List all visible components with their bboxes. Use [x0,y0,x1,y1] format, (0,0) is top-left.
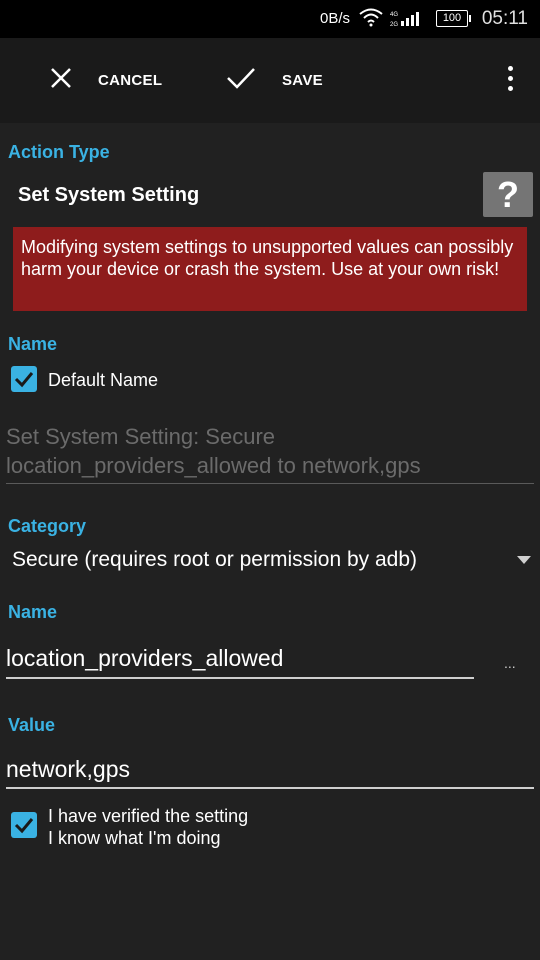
svg-text:2G: 2G [390,22,398,28]
name-section-label: Name [8,334,58,354]
verify-checkbox[interactable] [11,812,37,838]
category-label: Category [8,516,87,536]
action-toolbar: CANCEL SAVE [0,38,540,123]
status-bar: 0B/s 4G 2G 100 05:11 [0,0,540,38]
verify-label-line2: I know what I'm doing [48,828,221,848]
wifi-icon [358,7,384,32]
verify-label: I have verified the setting I know what … [48,805,248,849]
setting-name-input[interactable]: location_providers_allowed [6,645,283,672]
dropdown-arrow-icon[interactable] [517,556,531,564]
setting-name-label: Name [8,602,58,622]
name-preview-line2: location_providers_allowed to network,gp… [6,453,421,478]
verify-label-line1: I have verified the setting [48,806,249,826]
divider [6,483,534,484]
battery-icon: 100 [436,10,471,27]
clock: 05:11 [481,8,528,29]
name-preview-line1: Set System Setting: Secure [6,424,276,449]
signal-icon: 4G 2G [390,9,424,34]
save-button[interactable]: SAVE [226,38,323,123]
setting-picker-button[interactable]: ... [504,655,516,671]
input-underline [6,787,534,789]
svg-text:4G: 4G [390,12,398,18]
warning-banner: Modifying system settings to unsupported… [13,227,527,311]
overflow-menu-icon[interactable] [500,66,520,96]
cancel-label: CANCEL [98,72,163,89]
action-type-value: Set System Setting [18,184,200,206]
cancel-button[interactable]: CANCEL [50,38,162,123]
checkmark-icon [226,66,256,95]
category-dropdown[interactable]: Secure (requires root or permission by a… [12,548,417,572]
default-name-checkbox[interactable] [11,366,37,392]
network-speed: 0B/s [319,10,350,27]
action-type-label: Action Type [8,142,110,162]
setting-value-input[interactable]: network,gps [6,756,130,783]
help-icon[interactable]: ? [483,172,533,217]
name-preview-field[interactable]: Set System Setting: Secure location_prov… [6,422,534,480]
save-label: SAVE [282,72,323,89]
value-label: Value [8,715,56,735]
close-icon [50,67,72,94]
input-underline [6,677,474,679]
default-name-label: Default Name [48,370,159,390]
